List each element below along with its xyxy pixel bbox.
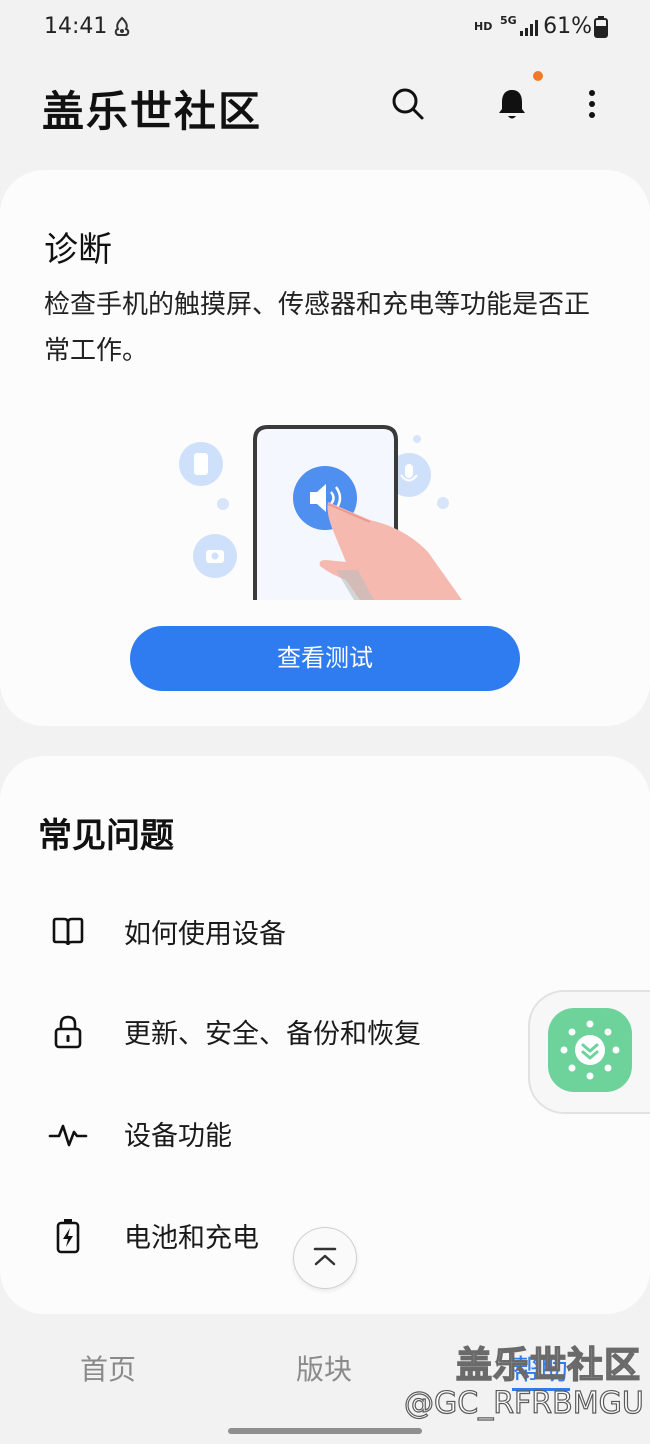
battery-percent: 61% xyxy=(543,14,592,39)
status-time: 14:41 xyxy=(44,14,108,39)
floating-assistant-button[interactable] xyxy=(528,990,650,1114)
tab-boards[interactable]: 版块 xyxy=(296,1348,352,1388)
faq-item-label: 更新、安全、备份和恢复 xyxy=(124,1019,421,1050)
faq-item-label: 电池和充电 xyxy=(124,1223,259,1254)
book-icon xyxy=(48,912,88,952)
scroll-to-top-button[interactable] xyxy=(293,1227,357,1289)
diagnostics-title: 诊断 xyxy=(44,230,112,270)
chevron-up-icon xyxy=(313,1247,337,1266)
view-tests-button[interactable]: 查看测试 xyxy=(130,626,520,691)
faq-item-label: 如何使用设备 xyxy=(124,919,286,950)
app-notification-icon xyxy=(112,16,132,42)
page-title: 盖乐世社区 xyxy=(42,87,263,136)
tab-home[interactable]: 首页 xyxy=(80,1348,136,1388)
signal-icon xyxy=(520,18,542,40)
notification-dot xyxy=(533,71,543,81)
search-icon[interactable] xyxy=(388,84,428,124)
faq-item-battery[interactable]: 电池和充电 xyxy=(0,1196,520,1276)
faq-title: 常见问题 xyxy=(38,816,174,856)
bell-icon[interactable] xyxy=(492,84,532,124)
status-bar: 14:41 HD 5G 61% xyxy=(0,0,650,56)
faq-item-device-features[interactable]: 设备功能 xyxy=(0,1094,520,1174)
app-bar: 盖乐世社区 xyxy=(0,56,650,152)
diagnostics-illustration xyxy=(170,420,470,605)
battery-charging-icon xyxy=(48,1216,88,1256)
hd-indicator: HD xyxy=(474,20,493,33)
diagnostics-card: 诊断 检查手机的触摸屏、传感器和充电等功能是否正常工作。 查看测试 xyxy=(0,170,650,726)
lock-icon xyxy=(48,1012,88,1052)
network-type-indicator: 5G xyxy=(500,14,517,27)
home-indicator[interactable] xyxy=(228,1428,422,1434)
more-vert-icon[interactable] xyxy=(572,84,612,124)
faq-item-how-to-use[interactable]: 如何使用设备 xyxy=(0,892,520,972)
faq-item-label: 设备功能 xyxy=(124,1121,232,1152)
watermark-title: 盖乐世社区 xyxy=(455,1344,642,1387)
battery-icon xyxy=(594,16,608,42)
pulse-icon xyxy=(48,1114,88,1154)
assistant-icon xyxy=(548,1008,632,1092)
faq-item-update-security[interactable]: 更新、安全、备份和恢复 xyxy=(0,992,520,1072)
watermark-user: @GC_RFRBMGU xyxy=(403,1385,644,1421)
diagnostics-description: 检查手机的触摸屏、传感器和充电等功能是否正常工作。 xyxy=(44,290,591,366)
